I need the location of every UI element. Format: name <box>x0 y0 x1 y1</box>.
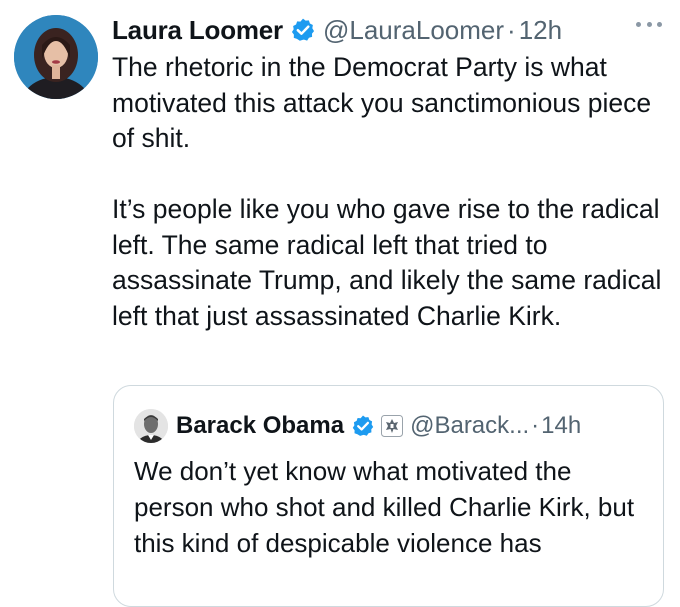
more-options-icon[interactable] <box>636 18 662 30</box>
verified-badge-icon[interactable] <box>290 17 316 43</box>
separator-dot: · <box>507 14 516 45</box>
quoted-tweet-text: We don’t yet know what motivated the per… <box>134 456 635 558</box>
tweet-paragraph: It’s people like you who gave rise to th… <box>112 194 662 331</box>
quoted-tweet[interactable]: Barack Obama @Barack... · 14h We don’t y… <box>113 385 664 607</box>
tweet-header: Laura Loomer @LauraLoomer · 12h <box>112 10 562 50</box>
verified-badge-icon[interactable] <box>351 414 375 438</box>
avatar-photo <box>14 15 98 99</box>
author-handle[interactable]: @LauraLoomer <box>323 15 504 46</box>
quoted-author-avatar[interactable] <box>134 409 168 443</box>
quoted-author-name[interactable]: Barack Obama <box>176 412 344 440</box>
author-name[interactable]: Laura Loomer <box>112 15 283 46</box>
government-seal-icon[interactable] <box>381 415 404 437</box>
tweet-paragraph: The rhetoric in the Democrat Party is wh… <box>112 52 652 153</box>
author-avatar[interactable] <box>14 15 98 99</box>
quoted-tweet-header: Barack Obama @Barack... · 14h <box>134 408 581 444</box>
tweet-text: The rhetoric in the Democrat Party is wh… <box>112 50 672 334</box>
separator-dot: · <box>531 412 540 439</box>
tweet-timestamp[interactable]: 12h <box>519 15 562 46</box>
quoted-tweet-timestamp[interactable]: 14h <box>541 412 581 440</box>
quoted-author-handle[interactable]: @Barack... <box>410 412 529 440</box>
avatar-photo <box>134 409 168 443</box>
tweet[interactable]: Laura Loomer @LauraLoomer · 12h The rhet… <box>0 0 680 607</box>
